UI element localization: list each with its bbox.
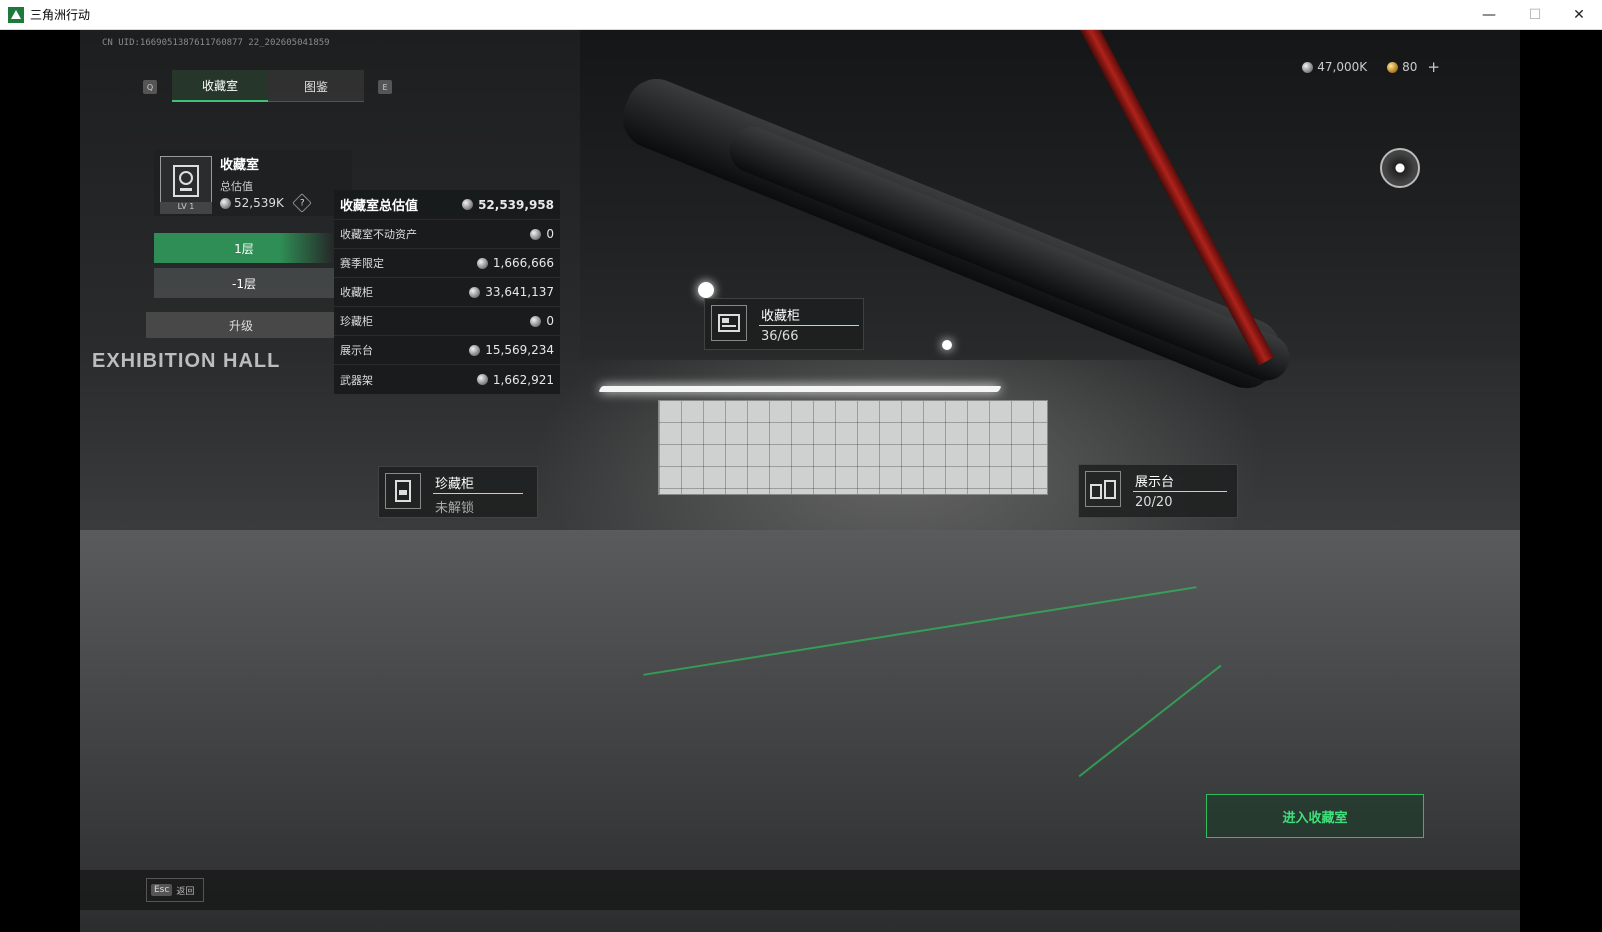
add-currency-button[interactable]: + bbox=[1427, 58, 1440, 76]
close-button[interactable]: ✕ bbox=[1556, 0, 1602, 30]
esc-key: Esc bbox=[151, 884, 173, 896]
tab-bar: 收藏室 图鉴 bbox=[172, 70, 364, 102]
vault-icon bbox=[160, 156, 212, 206]
valuation-row: 展示台 15,569,234 bbox=[334, 336, 560, 365]
tab-catalog[interactable]: 图鉴 bbox=[268, 70, 364, 102]
window-title: 三角洲行动 bbox=[30, 8, 91, 22]
camera-view-icon[interactable] bbox=[1380, 148, 1420, 188]
display-stand-marker[interactable]: 展示台 20/20 bbox=[1078, 464, 1238, 518]
player-uid: CN UID:1669051387611760877 22_2026050418… bbox=[102, 38, 330, 48]
valuation-panel: 收藏室总估值 52,539,958 收藏室不动资产 0 赛季限定 1,666,666… bbox=[334, 190, 560, 394]
vault-value: 52,539K ? bbox=[220, 193, 312, 213]
tab-prev-key: Q bbox=[143, 80, 157, 94]
valuation-row: 收藏柜 33,641,137 bbox=[334, 278, 560, 307]
gold-coin-icon bbox=[1387, 61, 1399, 73]
silver-coin-icon bbox=[220, 197, 231, 209]
valuation-title: 收藏室总估值 bbox=[340, 199, 419, 214]
floor-b1-button[interactable]: -1层 bbox=[154, 268, 334, 298]
valuation-row: 赛季限定 1,666,666 bbox=[334, 249, 560, 278]
valuation-row: 武器架 1,662,921 bbox=[340, 372, 554, 387]
back-label: 返回 bbox=[176, 886, 195, 897]
silver-coin-icon bbox=[462, 199, 474, 210]
window-titlebar: 三角洲行动 — ☐ ✕ bbox=[0, 0, 1602, 30]
cabinet-icon bbox=[711, 305, 747, 341]
scene-display-wall bbox=[658, 400, 1048, 495]
vault-info-card: LV 1 收藏室 总估值 52,539K ? bbox=[154, 150, 352, 216]
upgrade-button[interactable]: 升级 bbox=[146, 312, 336, 338]
maximize-button[interactable]: ☐ bbox=[1512, 0, 1558, 30]
silver-coin-icon bbox=[469, 344, 481, 356]
cabinet-marker[interactable]: 收藏柜 36/66 bbox=[704, 298, 864, 350]
silver-coin-icon bbox=[476, 374, 488, 385]
vault-level: LV 1 bbox=[160, 202, 212, 214]
valuation-row: 收藏室不动资产 0 bbox=[334, 220, 560, 249]
gold-currency: 80 + bbox=[1387, 58, 1440, 76]
right-letterbox bbox=[1520, 30, 1602, 932]
currency-bar: 47,000K 80 + bbox=[1302, 58, 1440, 76]
silver-coin-icon bbox=[530, 315, 542, 327]
left-letterbox bbox=[0, 30, 80, 932]
treasure-cabinet-icon bbox=[385, 473, 421, 509]
vault-subtitle: 总估值 bbox=[220, 180, 253, 193]
scene-light bbox=[598, 386, 1002, 392]
scene-spotlight bbox=[698, 282, 714, 298]
silver-coin-icon bbox=[530, 228, 542, 240]
enter-collection-room-button[interactable]: 进入收藏室 bbox=[1206, 794, 1424, 838]
treasure-cabinet-marker[interactable]: 珍藏柜 未解锁 bbox=[378, 466, 538, 518]
valuation-row: 珍藏柜 0 bbox=[334, 307, 560, 336]
minimize-button[interactable]: — bbox=[1466, 0, 1512, 30]
help-icon[interactable]: ? bbox=[291, 193, 312, 213]
game-viewport: EXHIBITION HALL CN UID:16690513876117608… bbox=[80, 30, 1520, 932]
display-stand-icon bbox=[1085, 471, 1121, 507]
app-logo-icon bbox=[8, 6, 24, 23]
bottom-bar bbox=[80, 870, 1520, 910]
scene-spotlight bbox=[942, 340, 952, 350]
valuation-header: 收藏室总估值 52,539,958 bbox=[334, 190, 560, 220]
silver-coin-icon bbox=[469, 286, 481, 298]
vault-title: 收藏室 bbox=[220, 158, 260, 173]
silver-currency: 47,000K bbox=[1302, 60, 1367, 74]
silver-coin-icon bbox=[476, 257, 488, 269]
tab-next-key: E bbox=[378, 80, 392, 94]
floor-1-button[interactable]: 1层 bbox=[154, 233, 334, 263]
tab-collection-room[interactable]: 收藏室 bbox=[172, 70, 268, 102]
silver-coin-icon bbox=[1302, 61, 1314, 73]
back-button[interactable]: Esc 返回 bbox=[146, 878, 204, 902]
valuation-total: 52,539,958 bbox=[478, 197, 554, 212]
exhibition-hall-sign: EXHIBITION HALL bbox=[92, 350, 281, 372]
